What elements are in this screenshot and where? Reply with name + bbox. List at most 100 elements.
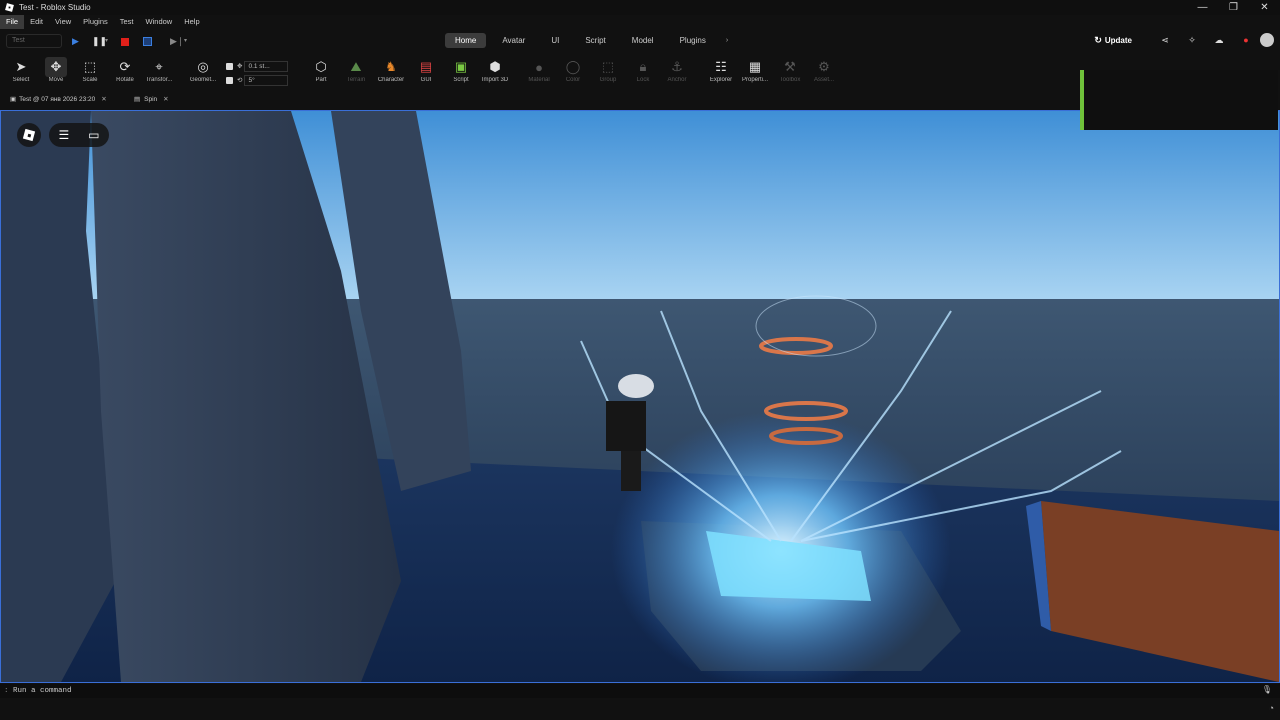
rotate-snap-icon: ⟲ bbox=[237, 77, 243, 84]
doc-tab-test[interactable]: ▣ Test @ 07 янв 2026 23:20 ✕ bbox=[10, 95, 107, 104]
explorer-button[interactable]: ☷ Explorer bbox=[703, 57, 739, 83]
gui-button[interactable]: ▤ GUI bbox=[408, 57, 444, 83]
test-mode-dropdown[interactable]: Test bbox=[6, 34, 62, 48]
update-button[interactable]: ↻ Update bbox=[1094, 35, 1132, 46]
command-input[interactable]: Run a command bbox=[13, 687, 72, 695]
user-avatar[interactable] bbox=[1260, 33, 1274, 47]
restore-button[interactable]: ❐ bbox=[1218, 0, 1249, 15]
script-button[interactable]: ▣ Script bbox=[443, 57, 479, 83]
microphone-icon[interactable]: 🎙︎ bbox=[1262, 684, 1272, 698]
move-tool-button[interactable]: ✥ Move bbox=[38, 57, 74, 83]
chevron-down-icon[interactable]: ▾ bbox=[184, 34, 187, 48]
geometry-tool-button[interactable]: ◎ Geomet... bbox=[185, 57, 221, 83]
cube-icon: ⬡ bbox=[315, 59, 327, 74]
tab-home[interactable]: Home bbox=[445, 33, 487, 48]
snap-settings: ✥ 0.1 st... ⟲ 5° bbox=[226, 59, 289, 87]
menu-help[interactable]: Help bbox=[178, 15, 205, 29]
asset-manager-button[interactable]: ⚙ Asset... bbox=[806, 57, 842, 83]
move-snap-icon: ✥ bbox=[237, 63, 243, 70]
top-bar: Test ▶ ❚❚ ▾ ▶❘ ▾ Home Avatar UI Script M… bbox=[0, 29, 1280, 53]
tab-script[interactable]: Script bbox=[575, 33, 615, 48]
tab-avatar[interactable]: Avatar bbox=[492, 33, 535, 48]
rotate-icon: ⟳ bbox=[119, 59, 131, 74]
geometry-icon: ◎ bbox=[197, 59, 209, 74]
cursor-icon: ➤ bbox=[15, 59, 27, 74]
client-server-icon[interactable] bbox=[143, 37, 152, 46]
move-snap-checkbox[interactable] bbox=[226, 62, 233, 70]
roblox-logo-icon bbox=[22, 128, 36, 142]
script-icon: ▣ bbox=[454, 59, 468, 74]
update-label: Update bbox=[1104, 35, 1132, 45]
ribbon-tabs: Home Avatar UI Script Model Plugins › bbox=[445, 33, 738, 48]
close-icon[interactable]: ✕ bbox=[101, 95, 106, 103]
command-bar[interactable]: : Run a command 🎙︎ bbox=[0, 684, 1280, 698]
minimize-button[interactable]: — bbox=[1187, 0, 1218, 15]
select-tool-button[interactable]: ➤ Select bbox=[3, 57, 39, 83]
group-button[interactable]: ⬚ Group bbox=[590, 57, 626, 83]
tab-plugins[interactable]: Plugins bbox=[670, 33, 716, 48]
script-icon: ▤ bbox=[134, 96, 141, 103]
update-icon: ↻ bbox=[1094, 34, 1102, 45]
chevron-down-icon[interactable]: ▾ bbox=[105, 34, 108, 48]
import-3d-icon: ⬢ bbox=[489, 59, 501, 74]
character-icon: ♞ bbox=[385, 59, 397, 74]
toolbox-button[interactable]: ⚒ Toolbox bbox=[772, 57, 808, 83]
doc-tab-spin[interactable]: ▤ Spin ✕ bbox=[134, 95, 169, 104]
color-button[interactable]: ◯ Color bbox=[555, 57, 591, 83]
menu-file[interactable]: File bbox=[0, 15, 25, 29]
properties-button[interactable]: ▦ Properti... bbox=[737, 57, 773, 83]
scale-tool-button[interactable]: ⬚ Scale bbox=[72, 57, 108, 83]
toolbox-icon: ⚒ bbox=[784, 59, 796, 74]
3d-viewport[interactable]: ☰ ▭ bbox=[0, 110, 1280, 683]
material-icon: ● bbox=[535, 59, 543, 75]
menu-window[interactable]: Window bbox=[140, 15, 179, 29]
game-menu-pill: ☰ ▭ bbox=[49, 123, 109, 147]
gui-icon: ▤ bbox=[419, 59, 433, 74]
place-icon: ▣ bbox=[10, 96, 17, 103]
terrain-icon: ⛰ bbox=[350, 59, 362, 74]
anchor-button[interactable]: ⚓︎ Anchor bbox=[659, 57, 695, 83]
roblox-studio-logo-icon bbox=[4, 3, 14, 13]
material-button[interactable]: ● Material bbox=[521, 57, 557, 84]
transform-tool-button[interactable]: ⌖ Transfor... bbox=[141, 57, 177, 83]
hamburger-menu-icon[interactable]: ☰ bbox=[58, 128, 69, 142]
window-title: Test - Roblox Studio bbox=[19, 3, 91, 12]
terrain-button[interactable]: ⛰ Terrain bbox=[338, 57, 374, 83]
asset-manager-icon: ⚙ bbox=[818, 59, 830, 74]
stop-icon[interactable] bbox=[121, 38, 129, 46]
chat-icon[interactable]: ▭ bbox=[88, 128, 99, 142]
tab-ui[interactable]: UI bbox=[541, 33, 569, 48]
import-3d-button[interactable]: ⬢ Import 3D bbox=[477, 57, 513, 83]
roblox-menu-button[interactable] bbox=[17, 123, 41, 147]
move-snap-input[interactable]: 0.1 st... bbox=[244, 60, 289, 72]
transform-icon: ⌖ bbox=[155, 59, 163, 74]
step-icon[interactable]: ▶❘ bbox=[170, 34, 184, 48]
share-icon[interactable]: ⋖ bbox=[1159, 34, 1171, 46]
rotate-snap-checkbox[interactable] bbox=[226, 76, 233, 84]
rotate-snap-input[interactable]: 5° bbox=[244, 74, 289, 86]
rotate-tool-button[interactable]: ⟳ Rotate bbox=[107, 57, 143, 83]
close-icon[interactable]: ✕ bbox=[163, 95, 168, 103]
explorer-icon: ☷ bbox=[715, 59, 727, 74]
color-icon: ◯ bbox=[565, 59, 581, 74]
tab-model[interactable]: Model bbox=[622, 33, 664, 48]
assistant-icon[interactable]: ◔ bbox=[1269, 703, 1274, 713]
menu-test[interactable]: Test bbox=[114, 15, 140, 29]
game-scene bbox=[1, 111, 1279, 682]
menu-plugins[interactable]: Plugins bbox=[77, 15, 114, 29]
lock-button[interactable]: 🔒︎ Lock bbox=[625, 57, 661, 83]
assistant-sparkle-icon[interactable]: ✧ bbox=[1186, 34, 1198, 46]
cloud-icon[interactable]: ☁ bbox=[1213, 34, 1225, 46]
notification-bell-icon[interactable]: ● bbox=[1240, 34, 1252, 46]
play-icon[interactable]: ▶ bbox=[72, 34, 79, 48]
part-button[interactable]: ⬡ Part bbox=[303, 57, 339, 83]
title-bar: Test - Roblox Studio — ❐ ✕ bbox=[0, 0, 1280, 15]
character-button[interactable]: ♞ Character bbox=[373, 57, 409, 83]
menu-view[interactable]: View bbox=[49, 15, 77, 29]
menu-edit[interactable]: Edit bbox=[24, 15, 49, 29]
close-button[interactable]: ✕ bbox=[1249, 0, 1280, 15]
tabs-overflow-icon[interactable]: › bbox=[722, 33, 732, 48]
anchor-icon: ⚓︎ bbox=[671, 59, 683, 74]
scale-icon: ⬚ bbox=[83, 59, 97, 74]
floating-overlay-panel bbox=[1080, 70, 1278, 130]
